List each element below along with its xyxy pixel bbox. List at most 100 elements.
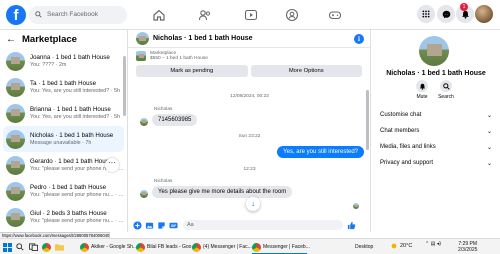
chat-title[interactable]: Nicholas · 1 bed 1 bath House xyxy=(153,35,253,42)
back-arrow-icon[interactable]: ← xyxy=(6,34,16,45)
message-timestamp: Sun 23:22 xyxy=(238,134,261,139)
search-label: Search xyxy=(438,94,454,100)
video-icon[interactable] xyxy=(244,8,260,22)
listing-photo xyxy=(6,207,25,227)
mute-button[interactable]: Mute xyxy=(412,80,432,100)
add-plus-icon[interactable] xyxy=(133,220,142,230)
search-in-conversation-button[interactable]: Search xyxy=(436,80,456,100)
chevron-up-icon[interactable]: ⌃ xyxy=(425,241,429,247)
row-label: Privacy and support xyxy=(380,160,434,166)
system-tray[interactable]: ⌃ ▤ ◂) xyxy=(425,241,441,247)
menu-grid-icon[interactable] xyxy=(417,5,435,23)
top-navigation-bar: f Search Facebook 1 xyxy=(0,0,500,30)
marketplace-conversation-list: ← Marketplace Joanna · 1 bed 1 bath Hous… xyxy=(0,30,128,232)
chrome-icon xyxy=(80,242,89,252)
conversation-item[interactable]: Gerardo · 1 bed 1 bath House You: "pleas… xyxy=(3,152,124,178)
conversation-item[interactable]: Ta · 1 bed 1 bath House You: Yes, are yo… xyxy=(3,74,124,100)
chat-avatar[interactable] xyxy=(136,32,149,45)
listing-photo xyxy=(6,129,25,149)
privacy-support-row[interactable]: Privacy and support ⌄ xyxy=(380,160,492,167)
listing-summary[interactable]: Marketplace $550 – 1 bed 1 bath House xyxy=(128,48,370,64)
incoming-message[interactable]: Yes please give me more details about th… xyxy=(152,186,293,198)
messenger-icon[interactable] xyxy=(437,5,455,23)
taskbar-window-item[interactable]: Akiker - Google Sh... xyxy=(80,242,137,252)
like-thumb-icon[interactable] xyxy=(347,221,356,230)
taskbar-window-item-active[interactable]: Messenger | Faceb... xyxy=(252,242,310,252)
chrome-pinned-icon[interactable] xyxy=(42,242,53,252)
listing-photo xyxy=(6,103,25,123)
start-windows-icon[interactable] xyxy=(3,242,12,252)
gif-icon[interactable]: GIF xyxy=(169,221,178,230)
media-files-links-row[interactable]: Media, files and links ⌄ xyxy=(380,144,492,151)
chrome-icon xyxy=(136,242,145,252)
page-title: Marketplace xyxy=(22,33,77,45)
scrollbar[interactable] xyxy=(366,90,369,150)
conversation-preview: You: "please send your phone nu... · 20h xyxy=(30,192,124,198)
files-folder-icon[interactable] xyxy=(55,242,64,252)
conversation-preview: You: ???? · 2m xyxy=(30,62,67,68)
photo-icon[interactable] xyxy=(145,221,154,230)
conversation-item[interactable]: Brianna · 1 bed 1 bath House You: Yes, a… xyxy=(3,100,124,126)
listing-price-title: $550 – 1 bed 1 bath House xyxy=(150,56,208,61)
search-input[interactable]: Search Facebook xyxy=(29,6,127,24)
scrollbar[interactable] xyxy=(123,56,126,116)
conversation-item[interactable]: Joanna · 1 bed 1 bath House You: ???? · … xyxy=(3,48,124,74)
incoming-message[interactable]: 7145603985 xyxy=(152,114,198,126)
volume-icon[interactable]: ◂) xyxy=(437,241,441,247)
sticker-icon[interactable] xyxy=(157,221,166,230)
taskbar-search-icon[interactable] xyxy=(16,242,24,252)
conversation-item[interactable]: Pedro · 1 bed 1 bath House You: "please … xyxy=(3,178,124,204)
notification-badge: 1 xyxy=(460,3,468,11)
chevron-down-icon: ⌄ xyxy=(486,129,492,135)
taskbar-window-label: Akiker - Google Sh... xyxy=(91,244,138,250)
message-input[interactable]: Aa xyxy=(183,220,343,230)
conversation-details-panel: Nicholas · 1 bed 1 bath House Mute Searc… xyxy=(372,30,500,232)
facebook-logo[interactable]: f xyxy=(6,5,26,25)
taskbar-window-item[interactable]: (4) Messenger | Fac... xyxy=(192,242,252,252)
more-options-icon[interactable]: ··· xyxy=(105,158,119,172)
chevron-down-icon: ⌄ xyxy=(486,145,492,151)
weather-widget[interactable]: 20°C xyxy=(390,242,412,250)
listing-photo xyxy=(6,155,25,175)
conversation-title: Pedro · 1 bed 1 bath House xyxy=(30,184,107,191)
conversation-title: Nicholas · 1 bed 1 bath House xyxy=(30,132,114,139)
profile-avatar[interactable] xyxy=(475,5,493,23)
outgoing-message[interactable]: Yes, are you still interested? xyxy=(277,146,364,158)
bell-icon xyxy=(419,83,425,90)
groups-icon[interactable] xyxy=(285,8,301,22)
message-timestamp: 12:23 xyxy=(243,167,256,172)
mark-as-pending-button[interactable]: Mark as pending xyxy=(136,65,248,77)
chrome-icon xyxy=(192,242,201,252)
desktop-toolbar[interactable]: Desktop xyxy=(355,242,373,252)
conversation-preview: You: Yes, are you still interested? · 5h xyxy=(30,114,121,120)
svg-text:GIF: GIF xyxy=(171,224,176,228)
conversation-item-active[interactable]: Nicholas · 1 bed 1 bath House Message un… xyxy=(3,126,124,152)
system-clock[interactable]: 7:29 PM 2/3/2025 xyxy=(458,241,477,253)
scroll-to-bottom-button[interactable]: ↓ xyxy=(246,197,260,211)
chat-members-row[interactable]: Chat members ⌄ xyxy=(380,128,492,135)
taskbar-window-item[interactable]: Bilal FB leads - Goo... xyxy=(136,242,196,252)
conversation-title: Ta · 1 bed 1 bath House xyxy=(30,80,97,87)
sender-avatar xyxy=(140,190,148,198)
taskbar-window-label: (4) Messenger | Fac... xyxy=(203,244,252,250)
temperature: 20°C xyxy=(400,243,413,249)
task-view-icon[interactable] xyxy=(29,242,38,252)
search-icon xyxy=(442,82,450,90)
info-icon[interactable]: i xyxy=(354,34,364,44)
marketplace-header: ← Marketplace xyxy=(0,30,127,48)
chat-header: Nicholas · 1 bed 1 bath House i xyxy=(128,30,370,48)
friends-icon[interactable] xyxy=(198,8,214,22)
message-sender: Nicholas xyxy=(154,179,173,184)
customise-chat-row[interactable]: Customise chat ⌄ xyxy=(380,112,492,119)
profile-photo[interactable] xyxy=(419,36,449,66)
listing-photo xyxy=(136,51,146,61)
message-timestamp: 12/08/2024, 00:23 xyxy=(230,94,269,99)
gaming-icon[interactable] xyxy=(328,8,344,22)
network-icon[interactable]: ▤ xyxy=(431,241,436,247)
taskbar-window-label: Messenger | Faceb... xyxy=(263,244,310,250)
home-icon[interactable] xyxy=(152,8,168,22)
conversation-title: Giul · 2 beds 3 baths House xyxy=(30,210,107,217)
row-label: Customise chat xyxy=(380,112,422,118)
conversation-item[interactable]: Giul · 2 beds 3 baths House You: "please… xyxy=(3,204,124,230)
more-options-button[interactable]: More Options xyxy=(250,65,362,77)
